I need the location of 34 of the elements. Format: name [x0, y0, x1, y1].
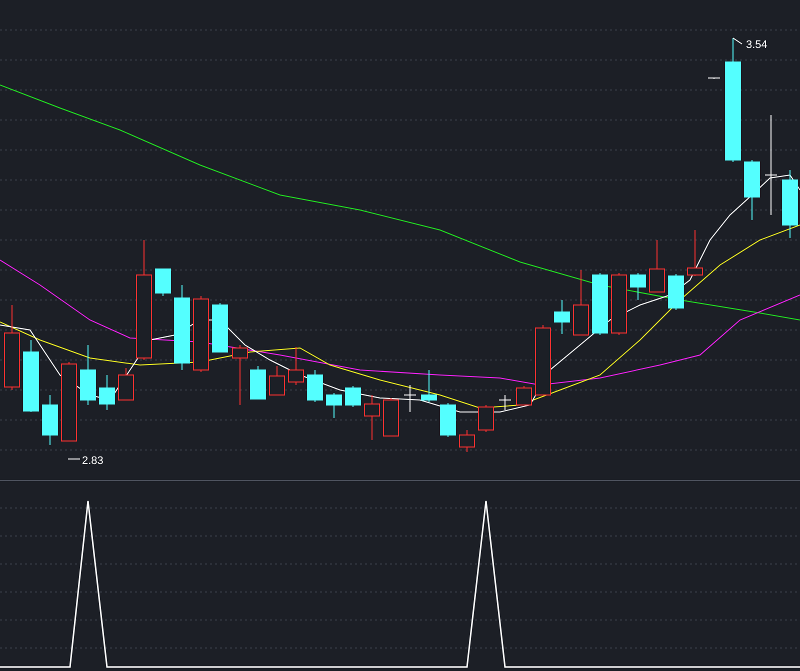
- candlestick: [118, 368, 134, 400]
- candlestick: [649, 240, 665, 292]
- candlestick: [554, 300, 570, 334]
- candlestick: [478, 404, 494, 432]
- candlestick: [42, 394, 58, 446]
- candlestick: [421, 370, 437, 402]
- candlestick: [708, 78, 720, 80]
- candlestick: [80, 344, 96, 406]
- candlestick: [516, 386, 532, 406]
- candlestick: [364, 394, 380, 440]
- candlestick: [668, 274, 684, 310]
- candlestick: [250, 366, 266, 400]
- candlestick: [592, 272, 608, 336]
- candlestick: [212, 302, 228, 352]
- candlestick: [269, 366, 285, 396]
- candlestick: [326, 392, 342, 418]
- candlestick: [535, 324, 551, 396]
- candlestick: [404, 384, 416, 412]
- candlestick: [232, 344, 248, 406]
- candlestick: [498, 394, 512, 410]
- candlestick: [288, 346, 304, 386]
- candlestick: [307, 370, 323, 402]
- candlestick: [630, 272, 646, 300]
- candlestick: [345, 386, 361, 408]
- candlestick: [611, 272, 627, 336]
- candlestick: [744, 160, 760, 220]
- candlestick: [99, 374, 115, 410]
- candlestick: [782, 170, 798, 238]
- candlestick: [459, 430, 475, 452]
- candlestick: [573, 270, 589, 336]
- candlestick: [383, 398, 399, 436]
- candlestick: [687, 230, 703, 276]
- candlestick: [155, 268, 171, 296]
- candlestick: [440, 402, 456, 438]
